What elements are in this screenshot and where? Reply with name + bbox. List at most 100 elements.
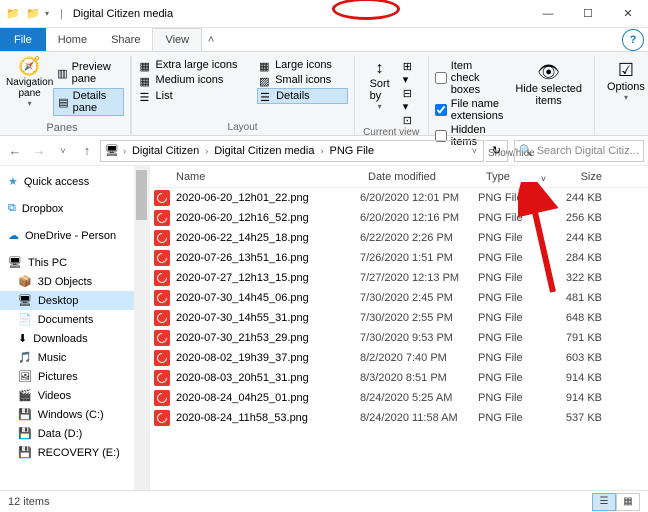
table-row[interactable]: 2020-08-24_04h25_01.png 8/24/2020 5:25 A… xyxy=(150,388,648,408)
sort-by-button[interactable]: ↕ Sort by ▾ xyxy=(365,60,395,127)
file-name: 2020-07-30_14h45_06.png xyxy=(176,292,360,304)
nav-forward-button[interactable]: → xyxy=(28,140,50,162)
sidebar-item-quick-access[interactable]: ★Quick access xyxy=(0,172,149,191)
sidebar-item-onedrive[interactable]: ☁OneDrive - Person xyxy=(0,226,149,245)
file-size: 322 KB xyxy=(552,272,612,284)
file-size: 603 KB xyxy=(552,352,612,364)
png-file-icon xyxy=(154,190,170,206)
view-details-button[interactable]: ☰ xyxy=(592,493,616,511)
sidebar-item-documents[interactable]: 📄Documents xyxy=(0,310,149,329)
navigation-tree: ★Quick access ⧉Dropbox ☁OneDrive - Perso… xyxy=(0,166,150,490)
tab-home[interactable]: Home xyxy=(46,28,99,51)
file-size: 791 KB xyxy=(552,332,612,344)
file-date: 8/3/2020 8:51 PM xyxy=(360,372,478,384)
sidebar-item-this-pc[interactable]: 🖥This PC xyxy=(0,253,149,272)
file-extensions-toggle[interactable]: File name extensions xyxy=(435,98,504,122)
png-file-icon xyxy=(154,330,170,346)
sidebar-item-3d-objects[interactable]: 📦3D Objects xyxy=(0,272,149,291)
folder-back-icon[interactable]: 📁 xyxy=(6,7,20,21)
table-row[interactable]: 2020-07-30_21h53_29.png 7/30/2020 9:53 P… xyxy=(150,328,648,348)
table-row[interactable]: 2020-07-30_14h45_06.png 7/30/2020 2:45 P… xyxy=(150,288,648,308)
png-file-icon xyxy=(154,390,170,406)
sidebar-item-pictures[interactable]: 🖼Pictures xyxy=(0,367,149,386)
sidebar-scrollbar-thumb[interactable] xyxy=(136,170,147,220)
group-by-button[interactable]: ⊞ ▾ xyxy=(403,60,418,86)
status-bar: 12 items ☰ ▦ xyxy=(0,490,648,512)
sidebar-item-music[interactable]: 🎵Music xyxy=(0,348,149,367)
table-row[interactable]: 2020-08-02_19h39_37.png 8/2/2020 7:40 PM… xyxy=(150,348,648,368)
png-file-icon xyxy=(154,270,170,286)
refresh-button[interactable]: ↻ xyxy=(486,140,508,162)
file-date: 7/26/2020 1:51 PM xyxy=(360,252,478,264)
sidebar-item-c-drive[interactable]: 💾Windows (C:) xyxy=(0,405,149,424)
ribbon-collapse-icon[interactable]: ˄ xyxy=(202,28,220,51)
column-type[interactable]: Type˅ xyxy=(478,171,552,183)
maximize-button[interactable]: ☐ xyxy=(568,0,608,28)
table-row[interactable]: 2020-06-22_14h25_18.png 6/22/2020 2:26 P… xyxy=(150,228,648,248)
file-name: 2020-08-02_19h39_37.png xyxy=(176,352,360,364)
window-title: Digital Citizen media xyxy=(73,8,173,20)
help-icon[interactable]: ? xyxy=(622,29,644,51)
png-file-icon xyxy=(154,210,170,226)
add-columns-button[interactable]: ⊟ ▾ xyxy=(403,87,418,113)
file-date: 7/27/2020 12:13 PM xyxy=(360,272,478,284)
file-type: PNG File xyxy=(478,212,552,224)
sidebar-item-e-drive[interactable]: 💾RECOVERY (E:) xyxy=(0,443,149,462)
details-pane-button[interactable]: ▤Details pane xyxy=(53,88,123,116)
view-thumbnails-button[interactable]: ▦ xyxy=(616,493,640,511)
table-row[interactable]: 2020-07-27_12h13_15.png 7/27/2020 12:13 … xyxy=(150,268,648,288)
breadcrumb-path[interactable]: 🖥 › Digital Citizen › Digital Citizen me… xyxy=(100,140,484,162)
nav-up-button[interactable]: ↑ xyxy=(76,140,98,162)
qa-dropdown-icon[interactable]: ▾ xyxy=(40,7,54,21)
layout-medium[interactable]: ▦Medium icons xyxy=(138,73,254,87)
file-name: 2020-06-22_14h25_18.png xyxy=(176,232,360,244)
preview-pane-button[interactable]: ▥Preview pane xyxy=(53,60,123,86)
breadcrumb[interactable]: Digital Citizen xyxy=(130,145,201,157)
layout-large[interactable]: ▦Large icons xyxy=(257,58,347,72)
table-row[interactable]: 2020-06-20_12h16_52.png 6/20/2020 12:16 … xyxy=(150,208,648,228)
sidebar-item-dropbox[interactable]: ⧉Dropbox xyxy=(0,199,149,218)
png-file-icon xyxy=(154,350,170,366)
file-size: 481 KB xyxy=(552,292,612,304)
column-headers: Name Date modified Type˅ Size xyxy=(150,166,648,188)
file-date: 7/30/2020 2:55 PM xyxy=(360,312,478,324)
tab-file[interactable]: File xyxy=(0,28,46,51)
table-row[interactable]: 2020-07-26_13h51_16.png 7/26/2020 1:51 P… xyxy=(150,248,648,268)
sidebar-item-videos[interactable]: 🎬Videos xyxy=(0,386,149,405)
file-type: PNG File xyxy=(478,352,552,364)
file-type: PNG File xyxy=(478,292,552,304)
file-size: 256 KB xyxy=(552,212,612,224)
column-size[interactable]: Size xyxy=(552,171,612,183)
nav-back-button[interactable]: ← xyxy=(4,140,26,162)
layout-list[interactable]: ☰List xyxy=(138,88,254,104)
breadcrumb[interactable]: Digital Citizen media xyxy=(212,145,316,157)
ribbon-tabs: File Home Share View ˄ ? xyxy=(0,28,648,52)
minimize-button[interactable]: ― xyxy=(528,0,568,28)
layout-small[interactable]: ▨Small icons xyxy=(257,73,347,87)
file-type: PNG File xyxy=(478,232,552,244)
table-row[interactable]: 2020-08-24_11h58_53.png 8/24/2020 11:58 … xyxy=(150,408,648,428)
options-button[interactable]: ☑ Options ▾ xyxy=(601,56,648,102)
tab-view[interactable]: View xyxy=(152,28,202,51)
breadcrumb-filter[interactable]: PNG File xyxy=(327,145,376,157)
layout-extra-large[interactable]: ▦Extra large icons xyxy=(138,58,254,72)
column-date[interactable]: Date modified xyxy=(360,171,478,183)
table-row[interactable]: 2020-07-30_14h55_31.png 7/30/2020 2:55 P… xyxy=(150,308,648,328)
table-row[interactable]: 2020-06-20_12h01_22.png 6/20/2020 12:01 … xyxy=(150,188,648,208)
close-button[interactable]: ✕ xyxy=(608,0,648,28)
path-dropdown-icon[interactable]: ˅ xyxy=(472,146,483,156)
hide-selected-button[interactable]: 👁 Hide selected items xyxy=(509,58,588,148)
sidebar-item-downloads[interactable]: ⬇Downloads xyxy=(0,329,149,348)
search-input[interactable]: 🔍 Search Digital Citiz... xyxy=(514,140,644,162)
item-checkboxes-toggle[interactable]: Item check boxes xyxy=(435,60,504,96)
table-row[interactable]: 2020-08-03_20h51_31.png 8/3/2020 8:51 PM… xyxy=(150,368,648,388)
nav-recent-dropdown[interactable]: ˅ xyxy=(52,140,74,162)
layout-details[interactable]: ☰Details xyxy=(257,88,347,104)
tab-share[interactable]: Share xyxy=(99,28,152,51)
address-bar: ← → ˅ ↑ 🖥 › Digital Citizen › Digital Ci… xyxy=(0,136,648,166)
column-name[interactable]: Name xyxy=(150,171,360,183)
search-icon: 🔍 xyxy=(519,144,533,157)
sidebar-item-d-drive[interactable]: 💾Data (D:) xyxy=(0,424,149,443)
file-name: 2020-07-30_14h55_31.png xyxy=(176,312,360,324)
sidebar-item-desktop[interactable]: 🖥Desktop xyxy=(0,291,149,310)
